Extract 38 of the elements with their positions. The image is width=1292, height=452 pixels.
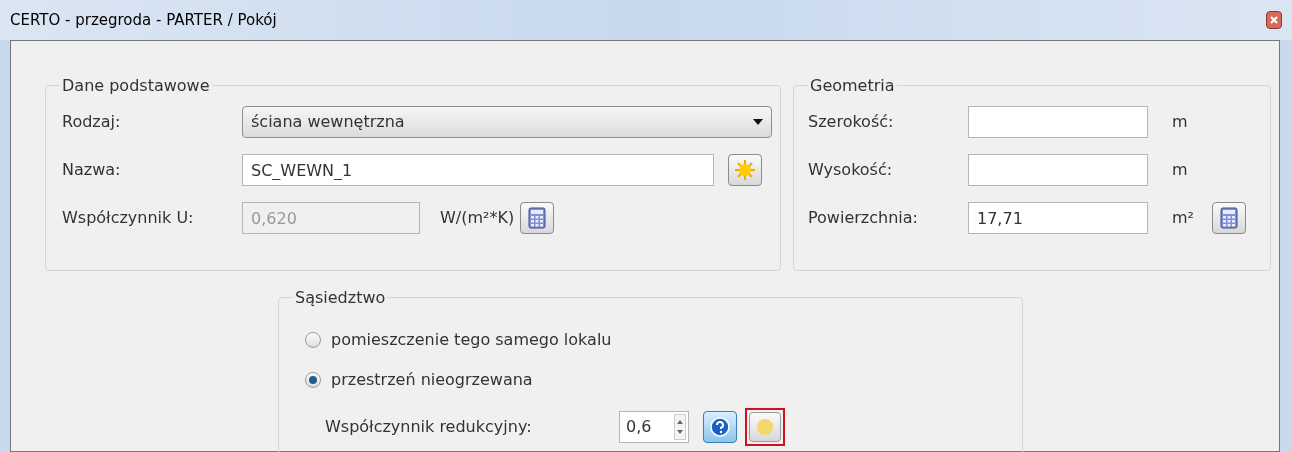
help-icon [710,417,730,437]
field-label: Szerokość: [808,111,895,133]
radio-button[interactable] [305,332,321,348]
radio-label: przestrzeń nieogrzewana [331,369,533,391]
spinbox-value: 0,6 [626,416,652,438]
calculator-button[interactable] [1212,202,1246,234]
geometry-field[interactable]: 17,71 [968,202,1148,234]
unit-label: m [1172,111,1189,133]
unit-label: m [1172,159,1189,181]
dropdown-arrow-icon [753,119,763,125]
dropdown-value: ściana wewnętrzna [251,111,405,133]
calculator-button[interactable] [520,202,554,234]
generate-button[interactable] [745,408,785,446]
sun-icon [734,159,756,181]
field-label: Rodzaj: [62,111,122,133]
geometry-field[interactable] [968,106,1148,138]
spin-arrows-icon [674,414,686,440]
name-field[interactable]: SC_WEWN_1 [242,154,714,186]
unit-label: W/(m²*K) [440,207,516,229]
field-label: Nazwa: [62,159,122,181]
geometry-field[interactable] [968,154,1148,186]
radio-button[interactable] [305,372,321,388]
unit-label: m² [1172,207,1195,229]
generate-button[interactable] [728,154,762,186]
close-button[interactable] [1266,11,1282,29]
field-label: Powierzchnia: [808,207,919,229]
field-label: Współczynnik U: [62,207,195,229]
field-label: Współczynnik redukcyjny: [325,416,533,438]
calculator-icon [528,207,546,229]
sun-icon [754,416,776,438]
type-dropdown[interactable]: ściana wewnętrzna [242,106,772,138]
field-label: Wysokość: [808,159,894,181]
help-button[interactable] [703,411,737,443]
radio-label: pomieszczenie tego samego lokalu [331,329,612,351]
calculator-icon [1220,207,1238,229]
reduction-spinbox[interactable]: 0,6 [619,411,689,443]
window-title: CERTO - przegroda - PARTER / Pokój [10,9,278,31]
close-icon [1270,16,1278,24]
